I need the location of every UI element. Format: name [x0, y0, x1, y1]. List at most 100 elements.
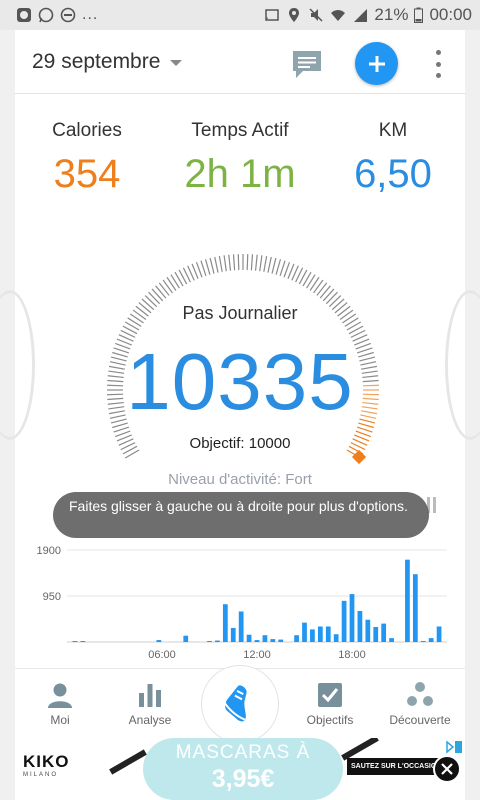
dial-tick — [246, 254, 249, 271]
chart-bar — [254, 640, 260, 642]
daily-steps-title: Pas Journalier — [182, 303, 298, 323]
chart-bar — [420, 641, 426, 642]
ad-brand-logo: KIKO MILANO — [23, 752, 70, 778]
chart-bar — [436, 626, 442, 642]
nav-analyse[interactable]: Analyse — [105, 681, 195, 727]
dial-progress-marker — [351, 449, 367, 465]
status-bar-left: ... — [16, 6, 98, 24]
notification-overflow: ... — [82, 6, 99, 23]
dial-tick — [283, 261, 291, 278]
chart-bar — [246, 634, 252, 642]
mute-icon — [309, 8, 323, 22]
ad-headline: MASCARAS À — [175, 742, 311, 763]
more-options-icon[interactable] — [431, 50, 445, 78]
shoe-icon — [223, 685, 247, 722]
message-icon[interactable] — [291, 49, 323, 79]
chart-bar — [302, 622, 307, 642]
dial-tick — [148, 291, 161, 305]
nav-analyse-label: Analyse — [128, 713, 172, 727]
signal-icon — [354, 9, 368, 22]
activity-level: Niveau d'activité: Fort — [168, 471, 312, 488]
chart-x-tick-label: 12:00 — [243, 649, 271, 661]
active-time-stat: Temps Actif 2h 1m — [170, 120, 310, 197]
chart-bar — [405, 559, 410, 642]
chart-bar — [317, 626, 323, 642]
chart-bar — [325, 626, 331, 642]
mascara-wand-left — [109, 749, 147, 775]
chart-x-tick-label: 06:00 — [148, 649, 176, 661]
dial-tick — [162, 279, 173, 294]
ad-close-button[interactable] — [433, 755, 461, 783]
chart-bar — [373, 626, 379, 642]
dial-tick — [204, 259, 211, 275]
calories-label: Calories — [52, 120, 122, 141]
chart-bar — [183, 635, 189, 642]
adchoices-icon[interactable] — [427, 740, 463, 754]
daily-steps-value: 10335 — [126, 337, 354, 426]
chart-bar — [428, 638, 434, 642]
dial-tick — [195, 261, 203, 278]
nav-moi-label: Moi — [50, 713, 70, 727]
date-label: 29 septembre — [32, 50, 161, 73]
dial-tick — [200, 260, 207, 277]
chart-bar — [412, 574, 418, 642]
dial-tick — [316, 282, 328, 296]
chart-bar — [341, 600, 347, 642]
nav-objectifs[interactable]: Objectifs — [285, 681, 375, 727]
dial-tick — [271, 257, 277, 274]
dial-tick — [151, 288, 164, 302]
dial-tick — [322, 288, 335, 302]
dial-tick — [155, 285, 167, 299]
nav-activity[interactable] — [201, 665, 279, 743]
ad-banner[interactable]: KIKO MILANO MASCARAS À 3,95€ SAUTEZ SUR … — [15, 738, 465, 800]
recycle-icon — [407, 682, 433, 706]
chart-y-tick-label: 950 — [43, 591, 61, 603]
swipe-hint-toast: Faites glisser à gauche ou à droite pour… — [53, 492, 429, 538]
dial-tick — [267, 256, 272, 273]
chart-bar — [389, 638, 394, 642]
add-button[interactable] — [355, 42, 398, 85]
person-icon — [48, 683, 72, 708]
dial-tick — [237, 254, 240, 271]
location-icon — [289, 8, 300, 22]
dial-tick — [263, 255, 268, 272]
chart-bar — [80, 641, 86, 642]
ad-offer: MASCARAS À 3,95€ — [143, 738, 343, 800]
dial-tick — [232, 254, 236, 271]
dial-tick — [313, 279, 324, 294]
chart-bar — [222, 604, 228, 642]
date-selector[interactable]: 29 septembre — [32, 50, 183, 74]
checkbox-icon — [318, 683, 342, 707]
dial-tick — [309, 276, 320, 291]
app-notification-icon — [17, 8, 31, 22]
nav-decouverte[interactable]: Découverte — [375, 681, 465, 727]
dial-tick — [319, 285, 331, 299]
chart-bar — [349, 594, 355, 642]
caret-down-icon — [170, 60, 183, 66]
dial-tick — [279, 260, 286, 277]
dial-tick — [275, 259, 282, 275]
active-time-value: 2h 1m — [184, 152, 296, 196]
dial-tick — [259, 255, 263, 272]
pause-icon[interactable] — [427, 497, 439, 513]
chart-bar — [270, 639, 276, 642]
hourly-steps-chart: 1900 950 06:00 12:00 18:00 — [37, 545, 447, 661]
clock: 00:00 — [429, 5, 472, 24]
ad-cta-button[interactable]: SAUTEZ SUR L'OCCASION — [347, 758, 447, 775]
chart-bar — [156, 640, 162, 642]
cast-icon — [265, 9, 280, 21]
dial-tick — [209, 257, 215, 274]
wifi-icon — [331, 10, 346, 21]
main-card: 29 septembre Calories 354 Temps Actif 2h… — [0, 30, 480, 668]
plus-icon — [368, 55, 385, 72]
active-time-label: Temps Actif — [191, 120, 289, 141]
dial-tick — [250, 254, 254, 271]
bottom-navigation: Moi Analyse Objectifs Découverte — [15, 665, 465, 743]
nav-moi[interactable]: Moi — [15, 681, 105, 727]
nav-decouverte-label: Découverte — [389, 713, 451, 727]
chart-y-tick-label: 1900 — [37, 545, 61, 557]
battery-icon — [414, 7, 424, 23]
dial-tick — [214, 256, 219, 273]
dial-tick — [166, 276, 177, 291]
chart-bar — [357, 611, 363, 642]
